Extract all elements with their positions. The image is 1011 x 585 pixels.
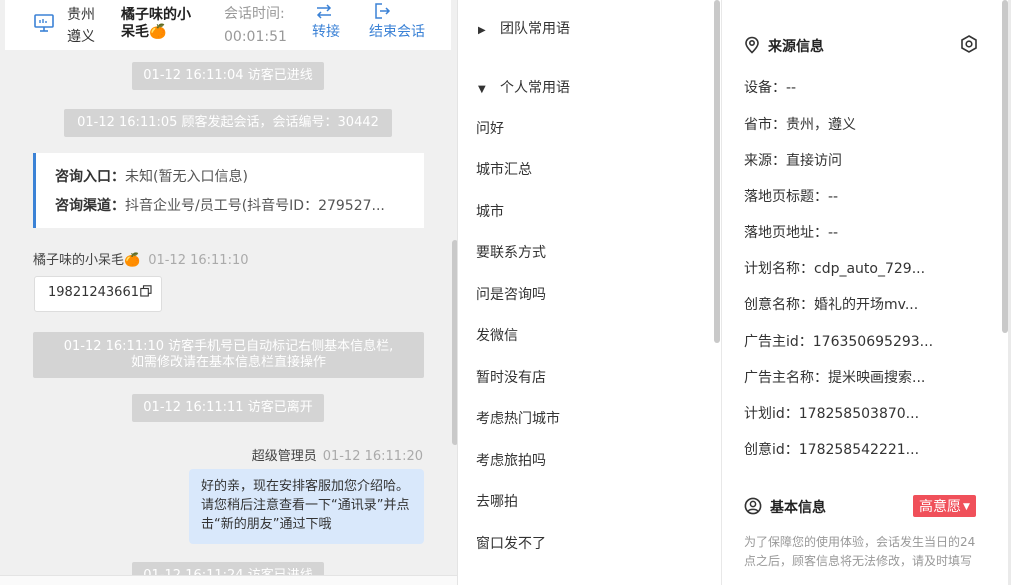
agent-message-bubble: 好的亲，现在安排客服加您介绍哈。请您稍后注意查看一下“通讯录”并点击“新的朋友”… <box>189 469 424 544</box>
visitor-name-header: 橘子味的小呆毛🍊 <box>121 7 203 41</box>
user-circle-icon <box>744 497 762 515</box>
end-session-button[interactable]: 结束会话 <box>369 2 425 42</box>
orange-emoji: 🍊 <box>124 253 141 268</box>
team-phrases-label: 团队常用语 <box>500 21 570 37</box>
chat-messages: 01-12 16:11:04 访客已进线 01-12 16:11:05 顾客发起… <box>0 50 457 585</box>
basic-info-title: 基本信息 <box>770 500 826 516</box>
phrases-scrollbar[interactable] <box>714 0 720 343</box>
chat-input-edge <box>0 575 457 585</box>
intent-level-label: 高意愿 <box>919 499 961 515</box>
phrase-item[interactable]: 问是咨询吗 <box>476 284 546 304</box>
visitor-region: 贵州 遵义 <box>67 4 107 48</box>
consult-channel-key: 咨询渠道： <box>55 198 125 214</box>
caret-down-icon: ▼ <box>963 502 970 512</box>
logout-icon <box>375 3 391 19</box>
phrase-item[interactable]: 发微信 <box>476 325 518 345</box>
info-row-advertiser-id: 广告主id：176350695293... <box>744 334 934 350</box>
orange-emoji: 🍊 <box>149 24 167 40</box>
caret-down-icon: ▼ <box>478 84 486 95</box>
copy-icon[interactable] <box>140 285 152 297</box>
info-row-plan-id: 计划id：178258503870... <box>744 406 920 422</box>
phrase-item[interactable]: 考虑热门城市 <box>476 408 560 428</box>
system-message-line: 01-12 16:11:10 访客手机号已自动标记右侧基本信息栏, <box>63 339 394 354</box>
consult-entry-value: 未知(暂无入口信息) <box>125 169 248 185</box>
info-row-device: 设备：-- <box>744 80 797 96</box>
consult-channel-value: 抖音企业号/员工号(抖音号ID：279527... <box>125 198 385 214</box>
visitor-name: 橘子味的小呆毛 <box>33 253 125 268</box>
consult-info-card: 咨询入口：未知(暂无入口信息) 咨询渠道：抖音企业号/员工号(抖音号ID：279… <box>33 153 424 228</box>
consult-channel-row: 咨询渠道：抖音企业号/员工号(抖音号ID：279527... <box>55 192 424 221</box>
personal-phrases-label: 个人常用语 <box>500 80 570 96</box>
phrase-item[interactable]: 暂时没有店 <box>476 367 546 387</box>
phrase-item[interactable]: 问好 <box>476 118 504 138</box>
agent-name: 超级管理员 <box>251 449 317 464</box>
customer-info-panel: 来源信息 设备：-- 省市：贵州，遵义 来源：直接访问 落地页标题：-- 落地页… <box>722 0 1011 585</box>
phone-message[interactable]: 19821243661 <box>34 276 162 312</box>
visitor-message-meta: 橘子味的小呆毛🍊 01-12 16:11:10 <box>33 249 249 268</box>
system-message-line: 如需修改请在基本信息栏直接操作 <box>130 355 326 370</box>
system-message: 01-12 16:11:10 访客手机号已自动标记右侧基本信息栏, 如需修改请在… <box>33 332 424 378</box>
location-pin-icon <box>745 36 759 54</box>
source-info-title: 来源信息 <box>768 39 824 55</box>
info-row-source: 来源：直接访问 <box>744 153 842 169</box>
edit-deadline-note: 为了保障您的使用体验，会话发生当日的24点之后，顾客信息将无法修改，请及时填写 <box>744 535 976 568</box>
end-session-label: 结束会话 <box>369 24 425 40</box>
phrase-item[interactable]: 去哪拍 <box>476 491 518 511</box>
chat-header: 贵州 遵义 橘子味的小呆毛🍊 会话时间: 00:01:51 转接 结束会话 <box>5 0 451 50</box>
system-message: 01-12 16:11:04 访客已进线 <box>132 62 324 90</box>
team-phrases-group[interactable]: ▶ 团队常用语 <box>478 18 570 38</box>
personal-phrases-group[interactable]: ▼ 个人常用语 <box>478 77 570 97</box>
session-time-value: 00:01:51 <box>224 29 287 45</box>
settings-icon[interactable] <box>959 34 979 54</box>
intent-level-dropdown[interactable]: 高意愿 ▼ <box>913 495 976 517</box>
phrase-item[interactable]: 城市 <box>476 201 504 221</box>
source-info-header: 来源信息 <box>744 36 824 56</box>
chat-panel: 贵州 遵义 橘子味的小呆毛🍊 会话时间: 00:01:51 转接 结束会话 01… <box>0 0 458 585</box>
info-row-advertiser-name: 广告主名称：提米映画搜索... <box>744 370 926 386</box>
monitor-icon <box>34 14 54 32</box>
phrase-item[interactable]: 窗口发不了 <box>476 533 546 553</box>
info-row-landing-url: 落地页地址：-- <box>744 225 839 241</box>
info-row-landing-title: 落地页标题：-- <box>744 189 839 205</box>
phone-number: 19821243661 <box>48 285 139 300</box>
info-row-creative-id: 创意id：178258542221... <box>744 442 920 458</box>
consult-entry-key: 咨询入口： <box>55 169 125 185</box>
transfer-label: 转接 <box>312 24 340 40</box>
visitor-message-time: 01-12 16:11:10 <box>148 253 249 268</box>
system-message: 01-12 16:11:11 访客已离开 <box>132 394 324 422</box>
info-row-creative-name: 创意名称：婚礼的开场mv... <box>744 297 919 313</box>
quick-phrases-panel: ▶ 团队常用语 ▼ 个人常用语 问好 城市汇总 城市 要联系方式 问是咨询吗 发微信… <box>458 0 722 585</box>
agent-message-time: 01-12 16:11:20 <box>322 449 423 464</box>
region-province: 贵州 <box>67 7 95 23</box>
phrase-item[interactable]: 考虑旅拍吗 <box>476 450 546 470</box>
caret-right-icon: ▶ <box>478 25 486 36</box>
consult-entry-row: 咨询入口：未知(暂无入口信息) <box>55 163 424 192</box>
region-city: 遵义 <box>67 29 95 45</box>
info-row-province-city: 省市：贵州，遵义 <box>744 117 856 133</box>
session-time-label: 会话时间: <box>224 6 285 22</box>
transfer-icon <box>316 4 332 19</box>
info-row-plan-name: 计划名称：cdp_auto_729... <box>744 261 926 277</box>
system-message: 01-12 16:11:05 顾客发起会话，会话编号：30442 <box>64 109 392 137</box>
phrase-item[interactable]: 城市汇总 <box>476 159 532 179</box>
basic-info-header: 基本信息 <box>744 497 826 517</box>
agent-message-meta: 超级管理员 01-12 16:11:20 <box>252 445 423 464</box>
transfer-button[interactable]: 转接 <box>312 2 340 42</box>
phrase-item[interactable]: 要联系方式 <box>476 242 546 262</box>
